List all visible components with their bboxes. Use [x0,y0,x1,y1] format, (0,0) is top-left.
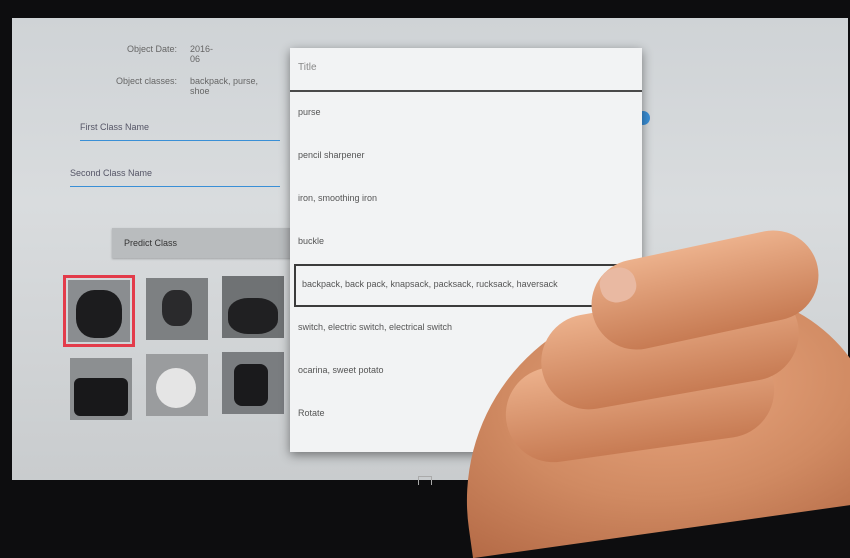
object-image [156,368,196,408]
info-value: backpack, purse, shoe [190,76,259,96]
dropdown-item[interactable]: purse [290,92,642,135]
thumbnail-image[interactable] [222,276,284,338]
info-value: 2016-06 [190,44,214,64]
object-image [74,378,128,416]
object-image [234,364,268,406]
object-image [228,298,278,334]
dropdown-item-selected[interactable]: backpack, back pack, knapsack, packsack,… [294,264,640,307]
dropdown-header: Title [290,48,642,92]
info-label: Object Date: [126,44,177,54]
first-class-input[interactable] [80,140,280,141]
thumbnail-image[interactable] [70,358,132,420]
object-image [162,290,192,326]
dropdown-item[interactable]: pencil sharpener [290,135,642,178]
first-class-label: First Class Name [80,122,150,132]
thumbnail-image[interactable] [146,278,208,340]
backpack-image [76,290,122,338]
thumbnail-backpack[interactable] [63,275,135,347]
predict-button[interactable]: Predict Class [112,228,302,258]
info-label: Object classes: [115,76,177,86]
dropdown-item[interactable]: buckle [290,221,642,264]
dropdown-item[interactable]: iron, smoothing iron [290,178,642,221]
second-class-label: Second Class Name [70,168,153,178]
home-icon [418,476,432,485]
thumbnail-image[interactable] [146,354,208,416]
second-class-input[interactable] [70,186,280,187]
thumbnail-image[interactable] [222,352,284,414]
